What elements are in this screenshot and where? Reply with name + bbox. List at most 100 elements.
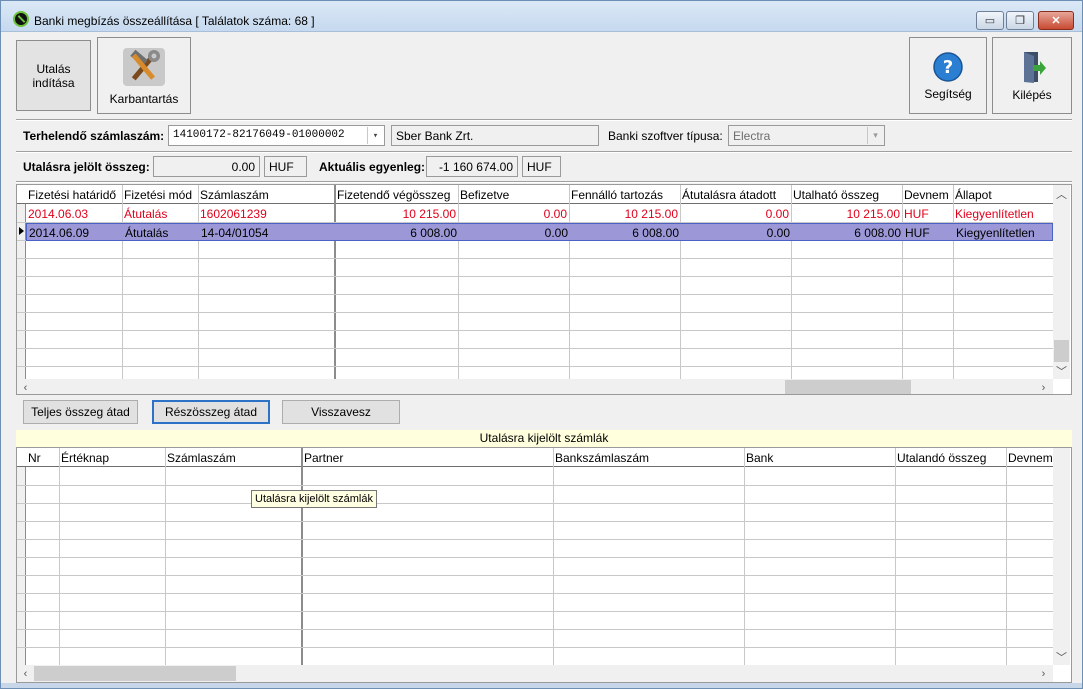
bank-software-value: Electra [733,129,771,143]
start-transfer-label: Utalás indítása [32,61,75,90]
tools-icon [121,46,167,88]
main-window: Banki megbízás összeállítása [ Találatok… [0,0,1083,689]
window-title: Banki megbízás összeállítása [ Találatok… [34,14,315,28]
help-icon: ? [932,51,964,83]
current-balance-currency: HUF [522,156,561,177]
scroll-thumb[interactable] [34,666,236,681]
grid-line [17,575,1053,576]
status-cell: Kiegyenlítetlen [955,207,1034,221]
bank-name-field: Sber Bank Zrt. [391,125,599,146]
start-transfer-button[interactable]: Utalás indítása [16,40,91,111]
current-balance-value: -1 160 674.00 [426,156,518,177]
vertical-scrollbar[interactable]: ﹀ [1053,448,1070,665]
marked-amount-label: Utalásra jelölt összeg: [23,160,150,174]
maintenance-label: Karbantartás [109,91,179,106]
minimize-button[interactable]: ▭ [976,11,1004,30]
divider [16,151,1072,153]
minimize-icon: ▭ [984,15,996,27]
grid-line [17,521,1053,522]
divider [16,181,1072,183]
scroll-right-icon[interactable]: › [1035,379,1052,394]
due-date-cell: 2014.06.09 [29,226,90,240]
column-header[interactable]: Nr [26,448,59,467]
invoices-header: Fizetési határidő Fizetési mód Számlaszá… [17,185,1053,204]
scroll-right-icon[interactable]: › [1035,665,1052,682]
grid-line [17,503,1053,504]
svg-text:?: ? [943,57,953,78]
grid-line [17,629,1053,630]
scroll-down-icon[interactable]: ﹀ [1053,648,1070,665]
column-header[interactable]: Befizetve [458,185,569,204]
scroll-thumb[interactable] [785,380,911,394]
close-icon: ✕ [1051,15,1061,27]
selected-invoices-grid[interactable]: Nr Értéknap Számlaszám Partner Bankszáml… [16,447,1072,683]
scroll-down-icon[interactable]: ﹀ [1053,362,1070,379]
current-balance-label: Aktuális egyenleg: [319,160,426,174]
transferred-cell: 0.00 [765,207,789,221]
help-button[interactable]: ? Segítség [909,37,987,114]
grid-line [17,593,1053,594]
vertical-scrollbar[interactable]: ︿ ﹀ [1053,185,1070,379]
paid-cell: 0.00 [544,226,568,240]
column-header[interactable]: Bankszámlaszám [553,448,744,467]
invoice-number-cell: 14-04/01054 [201,226,269,240]
outstanding-cell: 6 008.00 [632,226,679,240]
column-header[interactable]: Devnem [902,185,953,204]
partial-amount-button[interactable]: Részösszeg átad [152,400,270,424]
selected-invoices-header: Nr Értéknap Számlaszám Partner Bankszáml… [17,448,1053,467]
grid-line [17,258,1053,259]
column-header[interactable]: Állapot [953,185,1053,204]
maximize-button[interactable]: ❐ [1006,11,1034,30]
column-header[interactable]: Utalható összeg [791,185,902,204]
total-amount-cell: 6 008.00 [410,226,457,240]
chevron-down-icon[interactable]: ▾ [867,127,883,144]
debit-account-value: 14100172-82176049-01000002 [173,129,345,141]
column-header[interactable]: Átutalásra átadott [680,185,791,204]
exit-button[interactable]: Kilépés [992,37,1072,114]
column-header[interactable]: Számlaszám [198,185,335,204]
divider [16,119,1072,121]
grid-line [17,348,1053,349]
total-amount-cell: 10 215.00 [402,207,456,221]
close-button[interactable]: ✕ [1038,11,1074,30]
scroll-left-icon[interactable]: ‹ [17,379,34,394]
column-header[interactable]: Fizetendő végösszeg [335,185,458,204]
invoices-grid[interactable]: Fizetési határidő Fizetési mód Számlaszá… [16,184,1072,395]
column-header[interactable]: Fizetési mód [122,185,198,204]
grid-line [17,312,1053,313]
column-header[interactable]: Utalandó összeg [895,448,1006,467]
paid-cell: 0.00 [543,207,567,221]
bank-software-label: Banki szoftver típusa: [608,129,723,143]
marked-amount-value: 0.00 [153,156,260,177]
revoke-button[interactable]: Visszavesz [282,400,400,424]
scroll-thumb[interactable] [1054,340,1069,362]
column-header[interactable]: Devnem [1006,448,1053,467]
title-bar[interactable]: Banki megbízás összeállítása [ Találatok… [1,1,1082,32]
column-header[interactable]: Értéknap [59,448,165,467]
chevron-down-icon[interactable]: ▾ [367,127,383,144]
bank-software-select[interactable]: Electra ▾ [728,125,885,146]
payment-method-cell: Átutalás [124,207,168,221]
column-header[interactable]: Számlaszám [165,448,302,467]
maintenance-button[interactable]: Karbantartás [97,37,191,114]
transferable-cell: 6 008.00 [854,226,901,240]
horizontal-scrollbar[interactable]: ‹ › [17,379,1053,394]
exit-door-icon [1016,50,1048,84]
column-header[interactable]: Partner [302,448,553,467]
column-header[interactable]: Bank [744,448,895,467]
table-row[interactable]: 2014.06.03 Átutalás 1602061239 10 215.00… [17,205,1053,223]
transferred-cell: 0.00 [766,226,790,240]
column-header[interactable]: Fennálló tartozás [569,185,680,204]
full-amount-button[interactable]: Teljes összeg átad [23,400,138,424]
scroll-left-icon[interactable]: ‹ [17,665,34,682]
window-border [1,683,1082,688]
grid-line [17,330,1053,331]
horizontal-scrollbar[interactable]: ‹ › [17,665,1053,682]
scroll-up-icon[interactable]: ︿ [1053,185,1070,202]
table-row-selected[interactable]: 2014.06.09 Átutalás 14-04/01054 6 008.00… [26,223,1053,241]
grid-line [17,539,1053,540]
debit-account-select[interactable]: 14100172-82176049-01000002 ▾ [168,125,385,146]
column-header[interactable]: Fizetési határidő [26,185,122,204]
current-row-arrow-icon [19,227,24,235]
status-cell: Kiegyenlítetlen [956,226,1035,240]
